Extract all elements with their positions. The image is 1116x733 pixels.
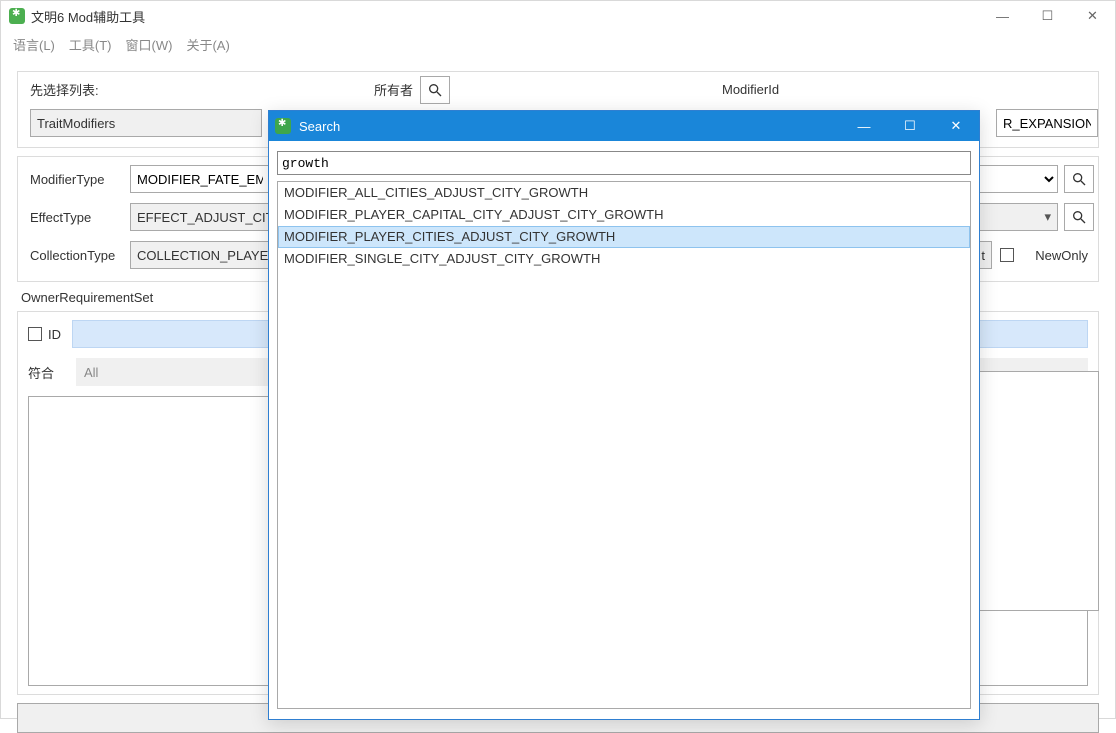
search-title: Search	[299, 119, 841, 134]
search-minimize-button[interactable]: —	[841, 111, 887, 141]
label-owner: 所有者	[374, 80, 413, 99]
search-result-item[interactable]: MODIFIER_PLAYER_CAPITAL_CITY_ADJUST_CITY…	[278, 204, 970, 226]
main-titlebar[interactable]: 文明6 Mod辅助工具 — ☐ ✕	[1, 1, 1115, 31]
search-window-controls: — ☐ ✕	[841, 111, 979, 141]
label-match: 符合	[28, 363, 76, 382]
app-title: 文明6 Mod辅助工具	[31, 7, 980, 26]
modifier-type-search-button[interactable]	[1064, 165, 1094, 193]
right-side-list[interactable]	[979, 371, 1099, 611]
menu-window[interactable]: 窗口(W)	[126, 35, 173, 54]
search-input[interactable]	[277, 151, 971, 175]
search-titlebar[interactable]: Search — ☐ ✕	[269, 111, 979, 141]
modifier-type-field[interactable]	[130, 165, 270, 193]
label-modifier-id: ModifierId	[722, 82, 779, 97]
minimize-button[interactable]: —	[980, 1, 1025, 31]
label-new-only: NewOnly	[1035, 248, 1088, 263]
menu-language[interactable]: 语言(L)	[13, 35, 55, 54]
effect-type-dropdown[interactable]	[968, 203, 1058, 231]
effect-type-field[interactable]: EFFECT_ADJUST_CIT	[130, 203, 270, 231]
collection-type-field[interactable]: COLLECTION_PLAYE	[130, 241, 270, 269]
close-button[interactable]: ✕	[1070, 1, 1115, 31]
label-modifier-type: ModifierType	[30, 172, 130, 187]
label-select-list: 先选择列表:	[30, 80, 99, 99]
search-result-item[interactable]: MODIFIER_ALL_CITIES_ADJUST_CITY_GROWTH	[278, 182, 970, 204]
search-app-icon	[275, 118, 291, 134]
modifier-type-dropdown[interactable]	[968, 165, 1058, 193]
maximize-button[interactable]: ☐	[1025, 1, 1070, 31]
search-maximize-button[interactable]: ☐	[887, 111, 933, 141]
search-body: MODIFIER_ALL_CITIES_ADJUST_CITY_GROWTHMO…	[269, 141, 979, 719]
label-id: ID	[48, 327, 72, 342]
search-results[interactable]: MODIFIER_ALL_CITIES_ADJUST_CITY_GROWTHMO…	[277, 181, 971, 709]
app-icon	[9, 8, 25, 24]
search-close-button[interactable]: ✕	[933, 111, 979, 141]
menu-about[interactable]: 关于(A)	[186, 35, 229, 54]
label-collection-type: CollectionType	[30, 248, 130, 263]
new-only-checkbox[interactable]	[1000, 248, 1014, 262]
effect-type-search-button[interactable]	[1064, 203, 1094, 231]
menu-tools[interactable]: 工具(T)	[69, 35, 112, 54]
search-result-item[interactable]: MODIFIER_SINGLE_CITY_ADJUST_CITY_GROWTH	[278, 248, 970, 270]
search-window: Search — ☐ ✕ MODIFIER_ALL_CITIES_ADJUST_…	[268, 110, 980, 720]
label-effect-type: EffectType	[30, 210, 130, 225]
select-list-field[interactable]: TraitModifiers	[30, 109, 262, 137]
window-controls: — ☐ ✕	[980, 1, 1115, 31]
id-checkbox[interactable]	[28, 327, 42, 341]
modifier-id-field[interactable]	[996, 109, 1098, 137]
search-result-item[interactable]: MODIFIER_PLAYER_CITIES_ADJUST_CITY_GROWT…	[278, 226, 970, 248]
menubar: 语言(L) 工具(T) 窗口(W) 关于(A)	[1, 31, 1115, 57]
owner-search-button[interactable]	[420, 76, 450, 104]
